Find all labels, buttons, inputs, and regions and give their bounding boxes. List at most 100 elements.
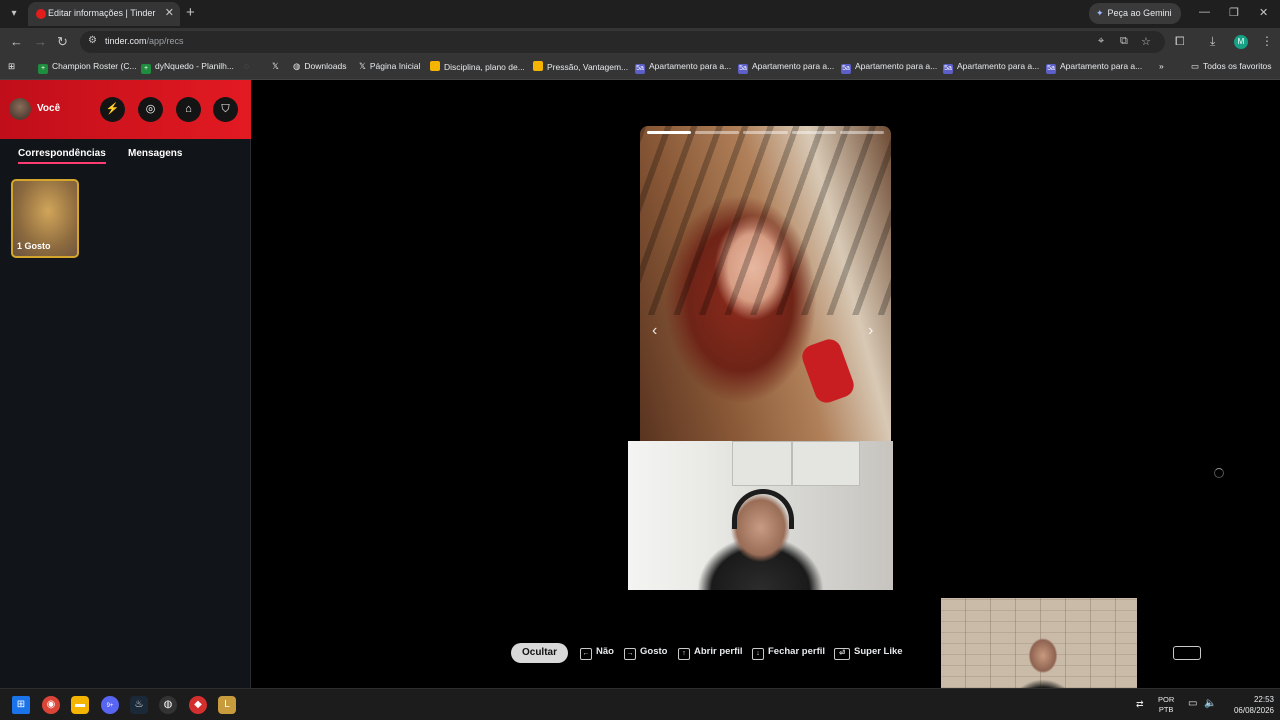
reload-icon[interactable]: ↻ (57, 34, 68, 50)
hide-shortcuts-button[interactable]: Ocultar (511, 643, 568, 663)
steam-icon[interactable]: ♨ (130, 696, 148, 714)
league-icon[interactable]: L (218, 696, 236, 714)
tab-search-chevron-icon[interactable]: ▾ (6, 6, 22, 22)
site-info-icon[interactable]: ⚙ (88, 35, 97, 46)
bookmark-item[interactable]: 𝕏 (272, 61, 279, 72)
lang-bottom: PTB (1158, 705, 1174, 714)
file-explorer-icon[interactable]: ▬ (71, 696, 89, 714)
window-close-icon[interactable]: ✕ (1259, 6, 1268, 19)
all-favorites-folder[interactable]: ▭ Todos os favoritos (1191, 61, 1272, 72)
bookmark-label: Champion Roster (C... (52, 61, 137, 71)
photo-indicator[interactable] (839, 131, 885, 134)
new-tab-plus-icon[interactable]: + (186, 4, 195, 21)
bookmark-label: Apartamento para a... (855, 61, 938, 71)
chrome-icon[interactable]: ◉ (42, 696, 60, 714)
bookmark-item[interactable]: 𝕏 Página Inicial (359, 61, 420, 72)
photo-indicator[interactable] (791, 131, 836, 134)
briefcase-icon[interactable]: ⌂ (176, 97, 201, 122)
extensions-puzzle-icon[interactable]: ⧠ (1175, 34, 1185, 49)
tab-close-icon[interactable]: ✕ (165, 6, 174, 19)
webcam-overlay (628, 441, 893, 590)
enter-key-icon: ⏎ (834, 648, 850, 660)
bookmark-item[interactable]: 5a Apartamento para a... (943, 61, 1039, 74)
menu-kebab-icon[interactable]: ⋮ (1261, 34, 1273, 48)
shortcut-like: → Gosto (624, 646, 667, 660)
forward-arrow-icon[interactable]: → (34, 34, 47, 49)
bookmark-item[interactable]: ◍ Downloads (293, 61, 346, 72)
windows-taskbar: ⊞ ◉ ▬ 9+ ♨ ◍ ◆ L ⇄ POR PTB ▭ 🔈 22:53 06/08… (0, 688, 1280, 720)
photo-indicator[interactable] (647, 131, 692, 134)
bookmark-item[interactable]: 5a Apartamento para a... (1046, 61, 1142, 74)
browser-tab-active[interactable]: Editar informações | Tinder ✕ (28, 2, 180, 26)
bookmark-item[interactable]: Pressão, Vantagem... (533, 61, 628, 72)
photo-indicator[interactable] (695, 131, 740, 134)
bookmark-item[interactable]: Disciplina, plano de... (430, 61, 525, 72)
bookmark-label: Downloads (304, 61, 347, 71)
photo-progress-bar (647, 131, 885, 134)
down-arrow-key-icon: ↓ (752, 648, 764, 660)
discord-icon[interactable]: 9+ (101, 696, 119, 714)
photo-indicator[interactable] (743, 131, 788, 134)
more-bookmarks-chevron-icon[interactable]: » (1159, 61, 1164, 71)
tab-matches[interactable]: Correspondências (18, 148, 106, 164)
bookmarks-bar: ⊞ + Champion Roster (C... + dyNquedo - Pla… (0, 56, 1280, 80)
tab-messages[interactable]: Mensagens (128, 148, 182, 159)
bookmark-item[interactable]: 5a Apartamento para a... (738, 61, 834, 74)
5a-icon: 5a (738, 64, 748, 74)
folder-doc-icon (533, 61, 543, 71)
obs-icon[interactable]: ◍ (159, 696, 177, 714)
bookmark-item[interactable]: + dyNquedo - Planilh... (141, 61, 234, 74)
location-icon[interactable]: ⌖ (1098, 35, 1104, 48)
photo-detail (798, 335, 858, 407)
left-arrow-key-icon: ← (580, 648, 592, 660)
monitor-icon[interactable]: ▭ (1188, 699, 1197, 709)
cabinet (732, 441, 792, 486)
globe-icon: ◍ (293, 61, 301, 71)
my-profile-avatar[interactable] (9, 98, 31, 120)
bookmark-item[interactable]: ◌ (244, 61, 249, 71)
windows-start-icon[interactable]: ⊞ (12, 696, 30, 714)
bookmark-label: Apartamento para a... (649, 61, 732, 71)
shortcut-label: Fechar perfil (768, 646, 826, 657)
bookmark-item[interactable]: 5a Apartamento para a... (635, 61, 731, 74)
bookmark-label: Apartamento para a... (957, 61, 1040, 71)
bookmark-label: Apartamento para a... (1060, 61, 1143, 71)
likes-you-card[interactable]: 1 Gosto (11, 179, 79, 258)
minimize-icon[interactable]: — (1199, 6, 1210, 18)
x-icon: 𝕏 (272, 61, 279, 71)
folder-doc-icon (430, 61, 440, 71)
address-url: tinder.com/app/recs (105, 36, 184, 46)
gemini-button[interactable]: ✦ Peça ao Gemini (1089, 3, 1181, 24)
network-share-icon[interactable]: ⇄ (1136, 699, 1144, 709)
tab-title: Editar informações | Tinder (48, 8, 156, 18)
boost-bolt-icon[interactable]: ⚡ (100, 97, 125, 122)
language-indicator[interactable]: POR PTB (1158, 695, 1174, 715)
back-arrow-icon[interactable]: ← (10, 34, 23, 49)
bookmark-star-icon[interactable]: ☆ (1141, 35, 1151, 48)
browser-tab-bar: ▾ Editar informações | Tinder ✕ + ✦ Peça … (0, 0, 1280, 28)
folder-icon: ▭ (1191, 61, 1200, 71)
shortcut-label: Não (596, 646, 614, 657)
my-profile-label[interactable]: Você (37, 103, 60, 114)
bookmark-label: Página Inicial (369, 61, 421, 71)
safety-shield-icon[interactable]: ⛉ (213, 97, 238, 122)
install-app-icon[interactable]: ⧉ (1120, 35, 1128, 48)
profile-avatar-icon[interactable]: M (1234, 35, 1248, 49)
prev-photo-chevron-icon[interactable]: ‹ (652, 322, 657, 340)
volume-icon[interactable]: 🔈 (1204, 699, 1216, 709)
browser-toolbar: ← → ↻ ⚙ tinder.com/app/recs ⌖ ⧉ ☆ ⧠ ⤓ M … (0, 28, 1280, 56)
explore-compass-icon[interactable]: ◎ (138, 97, 163, 122)
likes-count-label: 1 Gosto (17, 241, 51, 251)
downloads-icon[interactable]: ⤓ (1210, 34, 1215, 49)
bookmark-item[interactable]: 5a Apartamento para a... (841, 61, 937, 74)
system-clock[interactable]: 22:53 06/08/2026 (1224, 694, 1274, 716)
bookmark-label: Disciplina, plano de... (444, 62, 525, 72)
riot-icon[interactable]: ◆ (189, 696, 207, 714)
address-bar[interactable]: ⚙ tinder.com/app/recs ⌖ ⧉ ☆ (80, 31, 1165, 53)
next-photo-chevron-icon[interactable]: › (868, 322, 873, 340)
restore-icon[interactable]: ❐ (1229, 6, 1239, 19)
apps-grid-icon[interactable]: ⊞ (8, 61, 15, 72)
bookmark-item[interactable]: + Champion Roster (C... (38, 61, 137, 74)
profile-photo-card[interactable]: ‹ › (640, 126, 891, 441)
shortcut-super-like: ⏎ Super Like (834, 646, 903, 660)
